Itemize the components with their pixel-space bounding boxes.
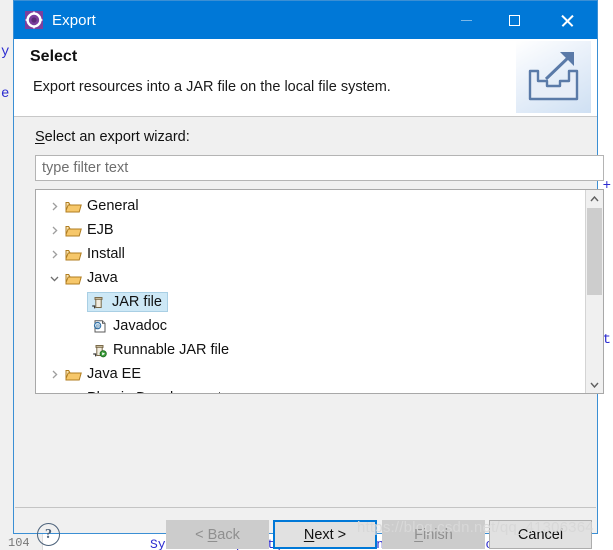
export-gear-icon [25,11,43,29]
maximize-button[interactable] [491,1,537,39]
tree-item-label: Java [87,270,118,286]
folder-icon [64,198,82,214]
export-dialog: Export Select Export resources into a JA… [13,0,604,549]
tree-item-label: Install [87,246,125,262]
runnable-jar-icon [90,342,108,358]
minimize-icon [460,19,472,21]
export-tray-arrow-icon [516,41,591,113]
jar-file-icon [89,294,107,310]
tree-item-general[interactable]: General [36,194,585,218]
tree-item-content[interactable]: @ Javadoc [88,316,173,336]
chevron-up-icon[interactable] [586,190,603,207]
tree-item-java-ee[interactable]: Java EE [36,362,585,386]
dialog-titlebar[interactable]: Export [14,1,597,39]
chevron-right-icon[interactable] [46,366,62,382]
tree-item-label: Runnable JAR file [113,342,230,358]
tree-item-label: Plug-in Development [87,390,222,393]
dialog-body: Select an export wizard: General EJB Insta… [14,117,604,549]
tree-item-label: Java EE [87,366,141,382]
back-button[interactable]: < Back [166,520,269,549]
folder-icon [64,390,82,393]
dialog-title: Export [52,11,96,29]
chevron-right-icon[interactable] [46,246,62,262]
javadoc-icon: @ [90,318,108,334]
chevron-down-icon[interactable] [46,270,62,286]
export-wizard-tree[interactable]: General EJB Install Java JAR file @ Javadoc Run… [35,189,604,394]
tree-item-content[interactable]: Install [62,244,131,264]
chevron-down-icon[interactable] [586,376,603,393]
tree-item-label: Javadoc [113,318,168,334]
tree-list[interactable]: General EJB Install Java JAR file @ Javadoc Run… [36,190,585,393]
tree-item-runnable-jar-file[interactable]: Runnable JAR file [36,338,585,362]
tree-item-content[interactable]: Plug-in Development [62,388,228,393]
chevron-right-icon[interactable] [46,198,62,214]
watermark: https://blog.csdn.net/qq_41306364 [357,519,594,536]
page-description: Export resources into a JAR file on the … [33,79,391,95]
footer-separator [15,507,596,508]
help-icon: ? [45,526,52,542]
tree-item-label: JAR file [112,294,162,310]
tree-item-content[interactable]: Runnable JAR file [88,340,235,360]
tree-item-selected[interactable]: JAR file [87,292,168,312]
close-button[interactable] [543,1,589,39]
tree-item-ejb[interactable]: EJB [36,218,585,242]
maximize-icon [508,14,520,26]
tree-item-content[interactable]: EJB [62,220,120,240]
tree-item-install[interactable]: Install [36,242,585,266]
page-title: Select [30,48,78,65]
tree-item-content[interactable]: Java EE [62,364,147,384]
chevron-right-icon[interactable] [46,390,62,393]
svg-text:@: @ [95,323,99,328]
scrollbar-thumb[interactable] [587,208,602,295]
tree-item-label: EJB [87,222,114,238]
tree-scrollbar[interactable] [585,190,603,393]
dialog-header: Select Export resources into a JAR file … [14,39,597,117]
editor-line-number: 104 [8,536,30,550]
close-icon [560,14,573,27]
select-wizard-label-rest: elect an export wizard: [44,129,190,145]
minimize-button[interactable] [443,1,489,39]
tree-item-jar-file[interactable]: JAR file [36,290,585,314]
folder-icon [64,366,82,382]
tree-item-plug-in-development[interactable]: Plug-in Development [36,386,585,393]
chevron-right-icon[interactable] [46,222,62,238]
folder-icon [64,270,82,286]
tree-item-label: General [87,198,139,214]
tree-item-javadoc[interactable]: @ Javadoc [36,314,585,338]
select-wizard-label: Select an export wizard: [35,129,190,145]
folder-icon [64,222,82,238]
tree-item-content[interactable]: Java [62,268,124,288]
back-button-label: < Back [195,526,240,543]
tree-item-content[interactable]: General [62,196,145,216]
folder-icon [64,246,82,262]
next-button-label: Next > [303,526,347,543]
filter-input[interactable] [35,155,604,181]
tree-item-java[interactable]: Java [36,266,585,290]
background-text-fragment-left-2: e [1,86,10,102]
help-button[interactable]: ? [37,523,60,546]
background-text-fragment-left-1: y [1,44,10,60]
select-wizard-label-mnemonic: S [35,129,45,145]
